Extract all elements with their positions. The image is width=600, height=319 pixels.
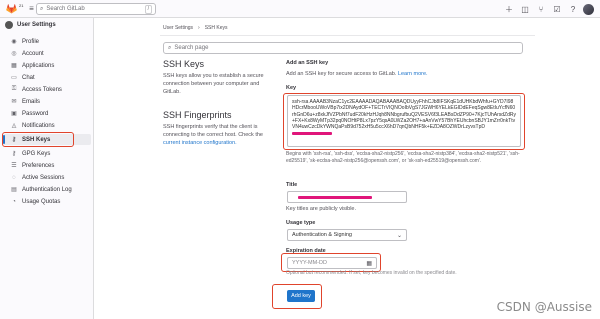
- sidebar-item-notifications[interactable]: ◬ Notifications: [3, 120, 91, 131]
- sidebar-item-preferences[interactable]: ☰ Preferences: [3, 160, 91, 171]
- sidebar-item-label: GPG Keys: [22, 150, 51, 157]
- ssh-keys-highlight-box: [2, 132, 74, 147]
- divider: [160, 35, 535, 36]
- sidebar-item-active-sessions[interactable]: ◌ Active Sessions: [3, 172, 91, 183]
- sessions-icon: ◌: [12, 174, 16, 181]
- sidebar-item-gpg-keys[interactable]: ⚷ GPG Keys: [3, 148, 91, 159]
- key-help-text: Begins with 'ssh-rsa', 'ssh-dss', 'ecdsa…: [286, 151, 520, 164]
- usage-type-select[interactable]: Authentication & Signing ⌄: [287, 229, 407, 241]
- gitlab-logo-icon[interactable]: [4, 2, 18, 16]
- global-search-input[interactable]: ⌕ Search GitLab /: [36, 3, 156, 15]
- sidebar-title: User Settings: [17, 22, 56, 28]
- account-icon: ◎: [11, 51, 17, 57]
- sidebar-item-label: Password: [22, 110, 49, 117]
- sidebar-item-chat[interactable]: ▭ Chat: [3, 72, 91, 83]
- form-subtitle-text: Add an SSH key for secure access to GitL…: [286, 71, 397, 77]
- instance-configuration-link[interactable]: current instance configuration.: [163, 140, 237, 146]
- form-subtitle: Add an SSH key for secure access to GitL…: [286, 71, 428, 77]
- breadcrumb-separator-icon: ›: [198, 25, 200, 31]
- chat-icon: ▭: [11, 75, 17, 81]
- search-icon: ⌕: [168, 44, 172, 51]
- breadcrumb-parent-link[interactable]: User Settings: [163, 25, 193, 31]
- form-heading: Add an SSH key: [286, 60, 329, 66]
- key-label: Key: [286, 85, 297, 91]
- token-icon: ⚿: [11, 86, 17, 92]
- search-icon: ⌕: [40, 5, 44, 12]
- sidebar-item-label: Preferences: [22, 162, 55, 169]
- search-page-placeholder: Search page: [174, 45, 209, 51]
- quota-icon: ◔: [12, 198, 16, 205]
- title-label: Title: [286, 182, 298, 188]
- fingerprints-text: SSH fingerprints verify that the client …: [163, 124, 263, 138]
- sidebar-item-emails[interactable]: ✉ Emails: [3, 96, 91, 107]
- sidebar-item-profile[interactable]: ◉ Profile: [3, 36, 91, 47]
- sidebar-item-label: Authentication Log: [22, 186, 72, 193]
- sidebar-item-label: Notifications: [22, 122, 55, 129]
- breadcrumb-current: SSH Keys: [204, 25, 228, 31]
- sidebar-item-password[interactable]: ▣ Password: [3, 108, 91, 119]
- fingerprints-title: SSH Fingerprints: [163, 110, 232, 120]
- key-highlight-box: [283, 93, 525, 150]
- sidebar: User Settings ◉ Profile ◎ Account ▦ Applica…: [0, 18, 94, 319]
- plus-icon[interactable]: ＋: [503, 3, 515, 15]
- chevron-down-icon: ⌄: [396, 232, 402, 239]
- sidebar-item-label: Chat: [22, 74, 35, 81]
- top-bar: 21 ≡ ⌕ Search GitLab / ＋ ◫ ⑂ ☑ ?: [0, 0, 600, 18]
- breadcrumb: User Settings › SSH Keys: [163, 25, 227, 31]
- key-icon: ⚷: [11, 151, 17, 157]
- learn-more-link[interactable]: Learn more.: [398, 71, 428, 77]
- user-settings-avatar: [5, 21, 13, 29]
- sidebar-item-label: Active Sessions: [22, 174, 65, 181]
- sidebar-item-usage-quotas[interactable]: ◔ Usage Quotas: [3, 196, 91, 207]
- global-search-placeholder: Search GitLab: [46, 6, 85, 12]
- sidebar-item-label: Account: [22, 50, 44, 57]
- todo-count-badge: 21: [19, 3, 24, 8]
- redacted-title-value: [298, 195, 372, 199]
- watermark: CSDN @Aussise: [496, 300, 592, 314]
- usage-type-label: Usage type: [286, 220, 316, 226]
- lock-icon: ▣: [11, 111, 17, 117]
- log-icon: ▤: [11, 187, 17, 193]
- sidebar-item-label: Applications: [22, 62, 55, 69]
- add-key-highlight-box: [272, 284, 322, 309]
- todo-icon[interactable]: ☑: [551, 3, 563, 15]
- bell-icon: ◬: [11, 123, 17, 129]
- sidebar-item-account[interactable]: ◎ Account: [3, 48, 91, 59]
- sidebar-item-authentication-log[interactable]: ▤ Authentication Log: [3, 184, 91, 195]
- profile-icon: ◉: [11, 39, 17, 45]
- sidebar-item-applications[interactable]: ▦ Applications: [3, 60, 91, 71]
- search-page-input[interactable]: ⌕ Search page: [163, 42, 523, 54]
- date-help-text: Optional but recommended. If set, key be…: [286, 270, 457, 276]
- preferences-icon: ☰: [11, 163, 17, 169]
- sidebar-item-label: Profile: [22, 38, 40, 45]
- mail-icon: ✉: [11, 99, 17, 105]
- merge-request-icon[interactable]: ⑂: [535, 3, 547, 15]
- title-input[interactable]: [287, 191, 407, 203]
- sidebar-item-label: Usage Quotas: [22, 198, 61, 205]
- sidebar-item-label: Emails: [22, 98, 41, 105]
- applications-icon: ▦: [11, 63, 17, 69]
- ssh-description: SSH keys allow you to establish a secure…: [163, 73, 264, 95]
- title-help-text: Key titles are publicly visible.: [286, 206, 357, 212]
- fingerprints-description: SSH fingerprints verify that the client …: [163, 123, 275, 147]
- issues-icon[interactable]: ◫: [519, 3, 531, 15]
- page-title: SSH Keys: [163, 59, 205, 69]
- search-shortcut-hint: /: [144, 4, 152, 14]
- sidebar-item-label: Access Tokens: [22, 86, 62, 93]
- help-icon[interactable]: ?: [567, 3, 579, 15]
- sidebar-item-access-tokens[interactable]: ⚿ Access Tokens: [3, 84, 91, 95]
- user-avatar[interactable]: [583, 3, 594, 15]
- sidebar-header: User Settings: [0, 18, 93, 32]
- usage-type-value: Authentication & Signing: [292, 232, 352, 238]
